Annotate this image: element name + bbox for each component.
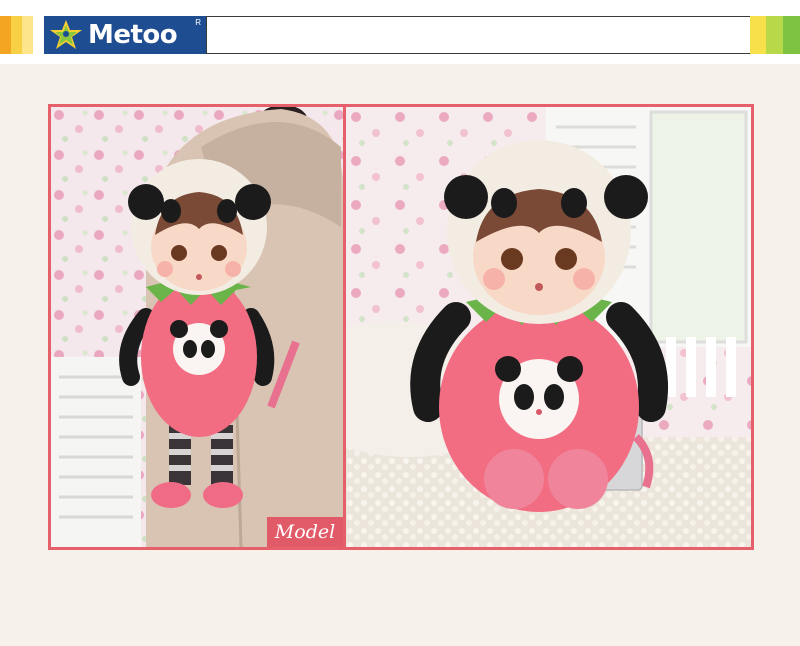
left-color-stripes: [0, 16, 44, 54]
brand-logo[interactable]: Metoo R: [44, 16, 206, 54]
header-banner-field: [206, 16, 751, 54]
model-photo[interactable]: Model: [51, 107, 343, 547]
brand-name: Metoo: [88, 20, 178, 50]
product-photo[interactable]: [346, 107, 751, 547]
right-color-stripes: [750, 16, 800, 54]
star-figure-icon: [44, 16, 88, 54]
model-caption-tag: Model: [267, 517, 343, 547]
registered-mark: R: [195, 18, 201, 27]
product-photo-frame: Model: [48, 104, 754, 550]
header-bar: Metoo R: [0, 0, 800, 64]
